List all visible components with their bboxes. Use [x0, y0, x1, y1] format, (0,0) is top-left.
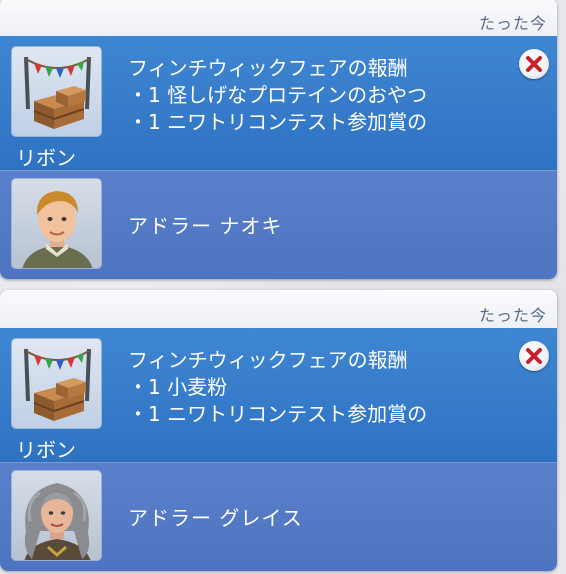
reward-section: リボン フィンチウィックフェアの報酬 ・1 小麦粉・1 ニワトリコンテスト参加賞の: [0, 328, 557, 462]
notification-card: たった今 リボン フィンチウィックフ: [0, 290, 557, 571]
reward-title: フィンチウィックフェアの報酬: [128, 348, 408, 372]
reward-item: ・1 ニワトリコンテスト参加賞の: [128, 110, 428, 134]
close-icon: [526, 56, 542, 72]
reward-text: フィンチウィックフェアの報酬 ・1 小麦粉・1 ニワトリコンテスト参加賞の: [128, 347, 427, 428]
timestamp-bar: たった今: [0, 290, 557, 328]
reward-title: フィンチウィックフェアの報酬: [128, 56, 408, 80]
fair-stall-icon: [11, 338, 102, 429]
icon-label: リボン: [16, 438, 76, 462]
reward-text: フィンチウィックフェアの報酬 ・1 怪しげなプロテインのおやつ ・1 ニワトリコンテ…: [128, 55, 427, 136]
notification-card: たった今 リボン フィンチウィックフ: [0, 0, 557, 279]
sim-portrait-avatar[interactable]: [11, 178, 102, 269]
sim-name: アドラー ナオキ: [128, 214, 283, 238]
icon-label: リボン: [16, 146, 76, 170]
timestamp-bar: たった今: [0, 0, 557, 36]
sim-portrait-avatar[interactable]: [11, 470, 102, 561]
reward-item: ・1 怪しげなプロテインのおやつ: [128, 83, 428, 107]
close-icon: [526, 348, 542, 364]
reward-item: ・1 小麦粉: [128, 375, 228, 399]
fair-stall-icon: [11, 46, 102, 137]
reward-item: ・1 ニワトリコンテスト参加賞の: [128, 402, 428, 426]
sim-section: アドラー グレイス: [0, 462, 557, 571]
reward-section: リボン フィンチウィックフェアの報酬 ・1 怪しげなプロテインのおやつ ・1 ニワト…: [0, 36, 557, 170]
close-button[interactable]: [519, 341, 549, 371]
sim-section: アドラー ナオキ: [0, 170, 557, 279]
timestamp: たった今: [478, 14, 547, 33]
sim-name: アドラー グレイス: [128, 506, 303, 530]
close-button[interactable]: [519, 49, 549, 79]
timestamp: たった今: [478, 306, 547, 325]
